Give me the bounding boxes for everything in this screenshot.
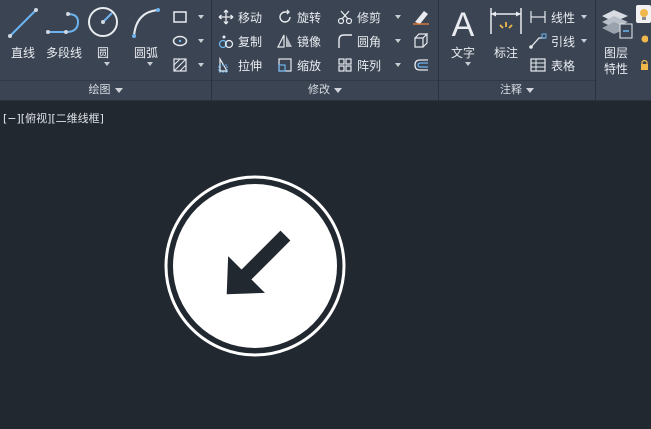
drawing-sign: [164, 175, 346, 357]
arrow-sign-drawing: [164, 175, 346, 357]
